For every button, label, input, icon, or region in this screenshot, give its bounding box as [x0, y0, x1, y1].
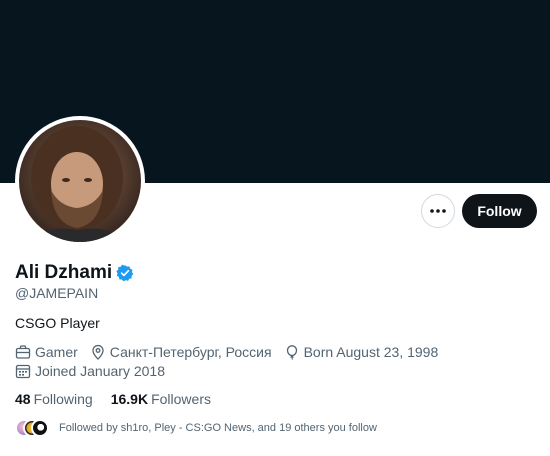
- following-link[interactable]: 48 Following: [15, 391, 93, 407]
- profile-category: Gamer: [15, 344, 78, 360]
- profile-birthday: Born August 23, 1998: [284, 344, 439, 360]
- profile-category-text: Gamer: [35, 344, 78, 360]
- calendar-icon: [15, 364, 31, 379]
- profile-stats: 48 Following 16.9K Followers: [15, 391, 229, 407]
- more-options-button[interactable]: [421, 194, 455, 228]
- profile-location: Санкт-Петербург, Россия: [90, 344, 272, 360]
- profile-birthday-text: Born August 23, 1998: [303, 344, 439, 360]
- avatar-photo: [19, 120, 141, 242]
- briefcase-icon: [15, 345, 31, 359]
- profile-joined-row: Joined January 2018: [15, 363, 177, 379]
- followed-by-link[interactable]: Followed by sh1ro, Pley - CS:GO News, an…: [15, 419, 377, 437]
- profile-meta-row: Gamer Санкт-Петербург, Россия Born Augus…: [15, 344, 450, 360]
- profile-avatar[interactable]: [15, 116, 145, 246]
- balloon-icon: [286, 345, 297, 360]
- location-pin-icon: [92, 344, 104, 360]
- profile-bio: CSGO Player: [15, 315, 100, 331]
- profile-joined: Joined January 2018: [15, 363, 165, 379]
- following-count: 48: [15, 391, 31, 407]
- profile-handle: @JAMEPAIN: [15, 285, 99, 301]
- profile-joined-text: Joined January 2018: [35, 363, 165, 379]
- followed-by-avatars: [15, 419, 51, 437]
- followers-label: Followers: [151, 391, 211, 407]
- profile-name: Ali Dzhami: [15, 262, 113, 283]
- followers-count: 16.9K: [110, 391, 149, 407]
- profile-name-row: Ali Dzhami: [15, 262, 134, 284]
- verified-badge-icon[interactable]: [116, 264, 134, 282]
- follow-button[interactable]: Follow: [462, 194, 537, 228]
- following-label: Following: [33, 391, 93, 407]
- profile-location-text: Санкт-Петербург, Россия: [109, 344, 272, 360]
- avatar: [31, 419, 49, 437]
- followed-by-text: Followed by sh1ro, Pley - CS:GO News, an…: [59, 422, 377, 434]
- more-horizontal-icon: [430, 209, 446, 213]
- followers-link[interactable]: 16.9K Followers: [111, 391, 211, 407]
